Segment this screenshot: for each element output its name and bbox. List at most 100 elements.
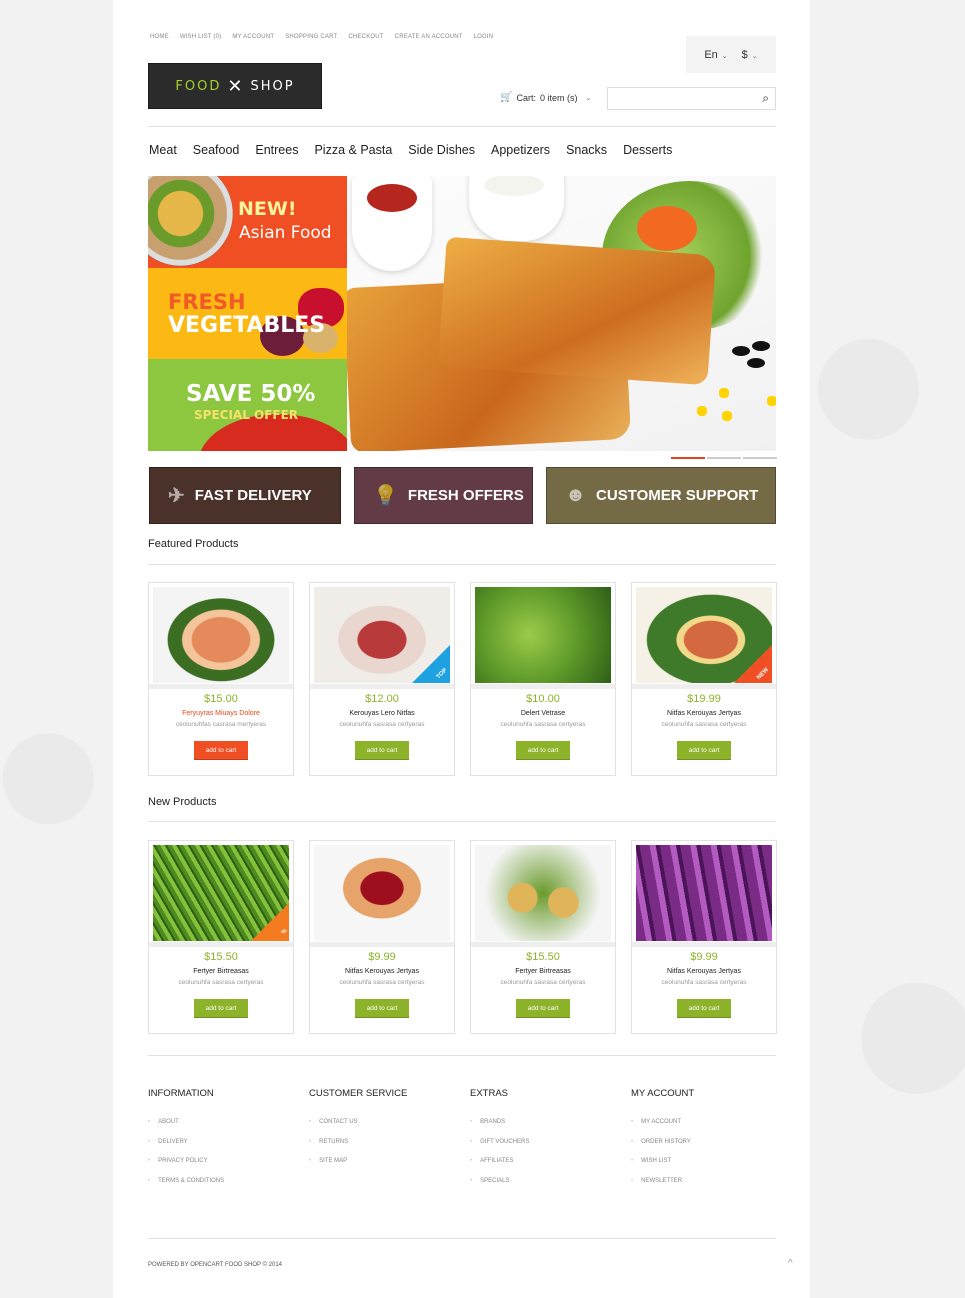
add-to-cart-button[interactable]: add to cart <box>677 741 731 760</box>
footer-link[interactable]: SPECIALS <box>470 1178 529 1184</box>
product-name[interactable]: Feryuyras Miuays Dolore <box>149 710 293 717</box>
promo-fresh-vegetables[interactable]: FRESH VEGETABLES <box>148 268 347 359</box>
corn <box>722 411 732 421</box>
nav-snacks[interactable]: Snacks <box>566 143 607 157</box>
language-select[interactable]: En ⌄ <box>704 49 727 61</box>
hero-slider-image[interactable] <box>347 176 776 451</box>
product-name[interactable]: Fertyer Birtreasas <box>471 968 615 975</box>
product-image[interactable] <box>475 587 611 683</box>
add-to-cart-button[interactable]: add to cart <box>355 999 409 1018</box>
product-image[interactable]: % <box>153 845 289 941</box>
search-icon[interactable]: ⌕ <box>762 91 769 106</box>
footer-link[interactable]: CONTACT US <box>309 1119 407 1125</box>
asian-dish-image <box>148 176 233 266</box>
cart-icon: 🛒 <box>500 92 513 103</box>
cart-dropdown[interactable]: 🛒 Cart: 0 item (s) ⌄ <box>500 92 591 103</box>
footer-link[interactable]: NEWSLETTER <box>631 1178 694 1184</box>
feature-fresh-offers[interactable]: 💡 FRESH OFFERS <box>354 467 533 524</box>
product-price: $19.99 <box>687 693 721 705</box>
product-image[interactable] <box>636 845 772 941</box>
product-image[interactable]: TOP <box>314 587 450 683</box>
footer-divider <box>148 1055 776 1056</box>
product-image[interactable] <box>475 845 611 941</box>
footer-link[interactable]: TERMS & CONDITIONS <box>148 1178 224 1184</box>
footer-link[interactable]: BRANDS <box>470 1119 529 1125</box>
product-name[interactable]: Nitfas Kerouyas Jertyas <box>632 968 776 975</box>
product-name[interactable]: Fertyer Birtreasas <box>149 968 293 975</box>
search-input[interactable] <box>608 88 748 109</box>
product-card[interactable]: % $15.50 Fertyer Birtreasas ceolunuhfa sasr… <box>148 840 294 1034</box>
add-to-cart-button[interactable]: add to cart <box>355 741 409 760</box>
product-name[interactable]: Kerouyas Lero Nitfas <box>310 710 454 717</box>
nav-meat[interactable]: Meat <box>149 143 177 157</box>
promo-line1: NEW! <box>238 198 297 220</box>
footer-link[interactable]: SITE MAP <box>309 1158 407 1164</box>
product-description: ceolunuhfa sasrasa certyeras <box>339 979 425 986</box>
top-link-home[interactable]: HOME <box>150 34 169 40</box>
footer-link[interactable]: WISH LIST <box>631 1158 694 1164</box>
add-to-cart-button[interactable]: add to cart <box>516 999 570 1018</box>
badge-label: % <box>280 927 289 937</box>
footer-link[interactable]: ORDER HISTORY <box>631 1139 694 1145</box>
product-card[interactable]: TOP $12.00 Kerouyas Lero Nitfas ceolunuhfa … <box>309 582 455 776</box>
product-card[interactable]: $15.00 Feryuyras Miuays Dolore ceolunuhfas… <box>148 582 294 776</box>
nav-seafood[interactable]: Seafood <box>193 143 240 157</box>
add-to-cart-button[interactable]: add to cart <box>194 999 248 1018</box>
product-card[interactable]: $10.00 Delert Vetrase ceolunuhfa sasrasa c… <box>470 582 616 776</box>
footer-link[interactable]: AFFILIATES <box>470 1158 529 1164</box>
nav-pizza-pasta[interactable]: Pizza & Pasta <box>314 143 392 157</box>
product-card[interactable]: $9.99 Nitfas Kerouyas Jertyas ceolunuhfa s… <box>631 840 777 1034</box>
promo-line2: VEGETABLES <box>168 313 326 338</box>
top-link-shopping-cart[interactable]: SHOPPING CART <box>285 34 337 40</box>
product-image[interactable] <box>314 845 450 941</box>
promo-save-50[interactable]: SAVE 50% SPECIAL OFFER <box>148 359 347 451</box>
feature-fast-delivery[interactable]: ✈ FAST DELIVERY <box>149 467 341 524</box>
feature-customer-support[interactable]: ☻ CUSTOMER SUPPORT <box>546 467 776 524</box>
top-link-my-account[interactable]: MY ACCOUNT <box>232 34 274 40</box>
add-to-cart-button[interactable]: add to cart <box>516 741 570 760</box>
search-box: ⌕ <box>607 87 776 110</box>
add-to-cart-button[interactable]: add to cart <box>194 741 248 760</box>
top-link-wishlist[interactable]: WISH LIST (0) <box>180 34 222 40</box>
chevron-down-icon: ⌄ <box>751 52 758 60</box>
nav-side-dishes[interactable]: Side Dishes <box>408 143 475 157</box>
footer-link[interactable]: MY ACCOUNT <box>631 1119 694 1125</box>
footer-link[interactable]: RETURNS <box>309 1139 407 1145</box>
top-link-create-account[interactable]: CREATE AN ACCOUNT <box>395 34 463 40</box>
promo-line1: SAVE 50% <box>186 381 316 407</box>
product-name[interactable]: Nitfas Kerouyas Jertyas <box>310 968 454 975</box>
top-link-checkout[interactable]: CHECKOUT <box>348 34 383 40</box>
footer-link[interactable]: GIFT VOUCHERS <box>470 1139 529 1145</box>
logo[interactable]: FOOD ✕ SHOP <box>148 63 322 109</box>
footer-link[interactable]: ABOUT <box>148 1119 224 1125</box>
language-currency-box: En ⌄ $ ⌄ <box>686 36 776 73</box>
image-divider <box>632 684 776 689</box>
product-name[interactable]: Nitfas Kerouyas Jertyas <box>632 710 776 717</box>
product-image[interactable]: NEW <box>636 587 772 683</box>
product-card[interactable]: NEW $19.99 Nitfas Kerouyas Jertyas ceolunuh… <box>631 582 777 776</box>
product-badge-top: TOP <box>412 645 450 683</box>
currency-select[interactable]: $ ⌄ <box>742 49 758 61</box>
slider-dot-2[interactable] <box>707 457 741 459</box>
promo-asian-food[interactable]: NEW! Asian Food <box>148 176 347 268</box>
slider-dot-1[interactable] <box>671 457 705 459</box>
nav-appetizers[interactable]: Appetizers <box>491 143 550 157</box>
product-description: ceolunuhfa sasrasa certyeras <box>178 979 264 986</box>
footer-link[interactable]: DELIVERY <box>148 1139 224 1145</box>
slider-dot-3[interactable] <box>743 457 777 459</box>
top-link-login[interactable]: LOGIN <box>474 34 494 40</box>
feature-label: FAST DELIVERY <box>194 487 312 504</box>
promo-line2: SPECIAL OFFER <box>194 408 299 422</box>
product-name[interactable]: Delert Vetrase <box>471 710 615 717</box>
footer-link[interactable]: PRIVACY POLICY <box>148 1158 224 1164</box>
chevron-down-icon: ⌄ <box>721 52 728 60</box>
footer-heading: INFORMATION <box>148 1088 214 1099</box>
nav-desserts[interactable]: Desserts <box>623 143 672 157</box>
product-card[interactable]: $15.50 Fertyer Birtreasas ceolunuhfa sasra… <box>470 840 616 1034</box>
header-divider <box>148 126 776 127</box>
nav-entrees[interactable]: Entrees <box>255 143 298 157</box>
product-image[interactable] <box>153 587 289 683</box>
product-card[interactable]: $9.99 Nitfas Kerouyas Jertyas ceolunuhfa s… <box>309 840 455 1034</box>
chevron-up-icon[interactable]: ^ <box>788 1258 793 1269</box>
add-to-cart-button[interactable]: add to cart <box>677 999 731 1018</box>
